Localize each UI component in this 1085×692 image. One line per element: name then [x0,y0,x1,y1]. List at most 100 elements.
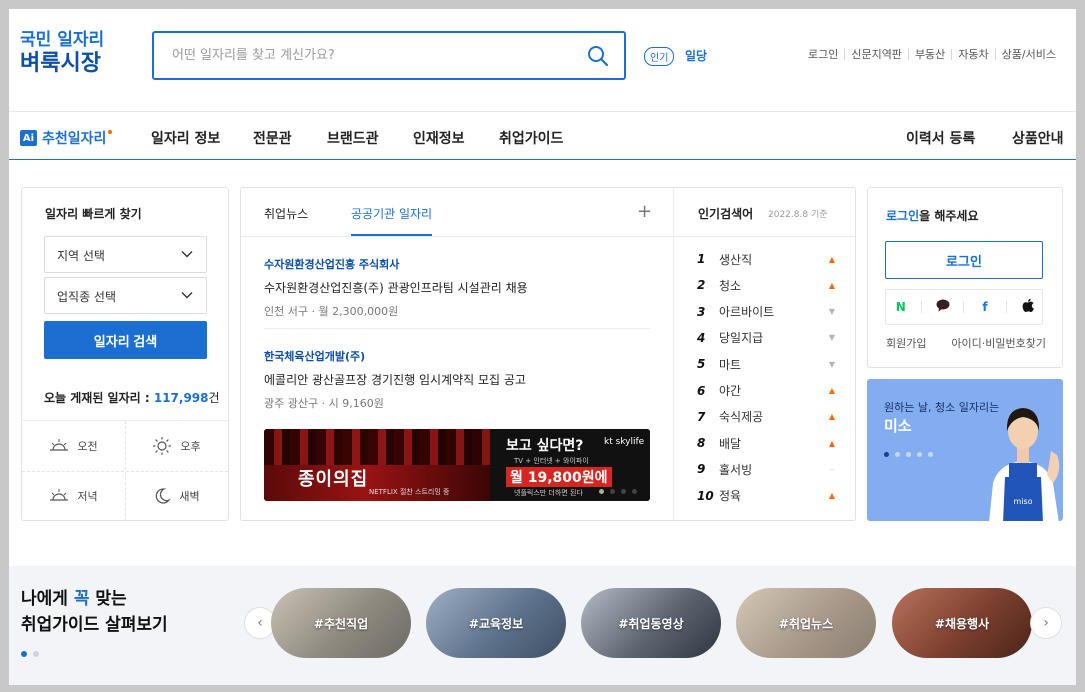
tab-public-jobs[interactable]: 공공기관 일자리 [351,205,433,236]
job-item[interactable]: 한국체육산업개발(주) 에콜리안 광산골프장 경기진행 임시계약직 모집 공고 … [264,348,526,411]
login-card: 로그인을 해주세요 로그인 N f 회원가입 아이디·비밀번호찾기 [867,187,1063,368]
time-afternoon[interactable]: 오후 [125,421,228,471]
search-input[interactable] [154,33,574,78]
rank-keyword: 아르바이트 [719,305,775,320]
career-guide-band: 나에게 꼭 맞는 취업가이드 살펴보기 ‹ #추천직업 #교육정보 #취업동영상… [9,566,1076,685]
popular-search-item[interactable]: 6 야간 ▲ [697,383,837,399]
apple-icon[interactable] [1018,298,1036,316]
job-search-button[interactable]: 일자리 검색 [44,321,207,359]
pagination-dot[interactable] [632,489,637,494]
region-select[interactable]: 지역 선택 [44,236,207,273]
ad-banner[interactable]: 종이의집 NETFLIX 절찬 스트리밍 중 보고 싶다면? kt skylif… [264,429,650,501]
social-login-row: N f [885,289,1043,325]
rank-number: 10 [697,488,714,503]
popular-search-item[interactable]: 9 홀서빙 – [697,461,837,477]
miso-promo-banner[interactable]: 원하는 날, 청소 일자리는 미소 miso [867,379,1063,521]
nav-career-guide[interactable]: 취업가이드 [499,128,563,148]
time-evening[interactable]: 저녁 [22,471,125,521]
util-car[interactable]: 자동차 [951,49,994,60]
trend-up-icon: ▲ [828,386,836,395]
tab-job-news[interactable]: 취업뉴스 [264,205,308,222]
trend-up-icon: ▲ [828,491,836,501]
guide-pagination [21,651,39,657]
guide-card-education[interactable]: #교육정보 [426,588,566,658]
pagination-dot[interactable] [884,452,889,457]
pagination-dot[interactable] [599,489,604,494]
rank-number: 1 [697,252,706,266]
guide-card-recommended-jobs[interactable]: #추천직업 [271,588,411,658]
pagination-dot[interactable] [895,452,900,457]
popular-search-item[interactable]: 1 생산직 ▲ [697,251,837,267]
trend-up-icon: ▲ [828,280,836,290]
search-icon[interactable] [586,44,610,68]
sunset-icon [50,489,69,501]
site-logo[interactable]: 국민 일자리 벼룩시장 [20,31,104,76]
popular-keyword[interactable]: 일당 [685,47,707,64]
pagination-dot[interactable] [621,489,626,494]
time-morning[interactable]: 오전 [22,421,125,471]
pagination-dot[interactable] [33,651,39,657]
pagination-dot[interactable] [928,452,933,457]
popular-search-item[interactable]: 5 마트 ▼ [697,356,837,372]
popular-search-item[interactable]: 8 배달 ▲ [697,435,837,451]
rank-number: 7 [697,409,706,424]
guide-card-videos[interactable]: #취업동영상 [581,588,721,658]
apron-text: miso [1013,497,1032,506]
nav-resume-register[interactable]: 이력서 등록 [906,128,975,148]
rank-keyword: 생산직 [719,252,753,267]
kakao-icon[interactable] [934,299,952,315]
nav-specialty[interactable]: 전문관 [253,128,292,148]
login-message-link[interactable]: 로그인 [886,209,919,223]
pagination-dot[interactable] [906,452,911,457]
pagination-dot[interactable] [917,452,922,457]
category-select[interactable]: 업직종 선택 [44,277,207,314]
time-filter-grid: 오전 오후 저녁 새벽 [22,420,228,521]
more-plus-icon[interactable]: + [637,201,652,222]
nav-talent[interactable]: 인재정보 [413,128,465,148]
job-item[interactable]: 수자원환경산업진흥 주식회사 수자원환경산업진흥(주) 관광인프라팀 시설관리 … [264,256,528,319]
new-dot-icon [108,130,113,134]
pagination-dot[interactable] [21,651,27,657]
heading-line2: 취업가이드 살펴보기 [21,614,168,635]
guide-tag: #추천직업 [313,616,369,631]
guide-card-events[interactable]: #채용행사 [892,588,1032,658]
popular-search-item[interactable]: 10 정육 ▲ [697,488,837,504]
next-arrow-icon[interactable]: › [1030,607,1062,639]
divider [1005,301,1007,313]
popular-search-item[interactable]: 2 청소 ▲ [697,277,837,293]
guide-card-news[interactable]: #취업뉴스 [736,588,876,658]
sunrise-icon [50,439,69,451]
time-label: 새벽 [179,490,200,503]
quick-search-card: 일자리 빠르게 찾기 지역 선택 업직종 선택 일자리 검색 오늘 게재된 일자… [21,187,229,521]
find-account-link[interactable]: 아이디·비밀번호찾기 [951,335,1046,351]
nav-job-info[interactable]: 일자리 정보 [151,128,220,148]
popular-searches-title: 인기검색어 [698,207,754,221]
pagination-dot[interactable] [610,489,615,494]
nav-ai-recommend[interactable]: Ai 추천일자리 [20,128,113,148]
util-real-estate[interactable]: 부동산 [907,49,951,60]
banner-cast-image [264,429,490,465]
util-newspaper-region[interactable]: 신문지역판 [844,49,908,60]
util-login[interactable]: 로그인 [802,49,844,60]
login-button[interactable]: 로그인 [885,241,1043,279]
popular-search-item[interactable]: 3 아르바이트 ▼ [697,304,837,320]
util-goods-services[interactable]: 상품/서비스 [994,49,1062,60]
time-label: 오후 [180,440,201,453]
facebook-icon[interactable]: f [976,300,994,314]
popular-searches-date: 2022.8.8 기준 [768,210,828,220]
rank-number: 5 [697,357,706,372]
time-dawn[interactable]: 새벽 [125,471,228,521]
popular-search-item[interactable]: 4 당일지급 ▼ [697,330,837,346]
nav-products[interactable]: 상품안내 [1012,128,1064,148]
popular-search-item[interactable]: 7 숙식제공 ▲ [697,409,837,425]
ranks-divider [674,236,856,237]
guide-tag: #취업뉴스 [778,616,834,631]
guide-tag: #채용행사 [934,616,990,631]
signup-link[interactable]: 회원가입 [886,335,926,351]
rank-keyword: 야간 [719,384,742,398]
nav-brand[interactable]: 브랜드관 [327,128,379,148]
region-select-label: 지역 선택 [57,249,105,263]
trend-down-icon: ▼ [828,359,836,369]
sun-icon [153,437,172,455]
naver-icon[interactable]: N [892,300,910,314]
